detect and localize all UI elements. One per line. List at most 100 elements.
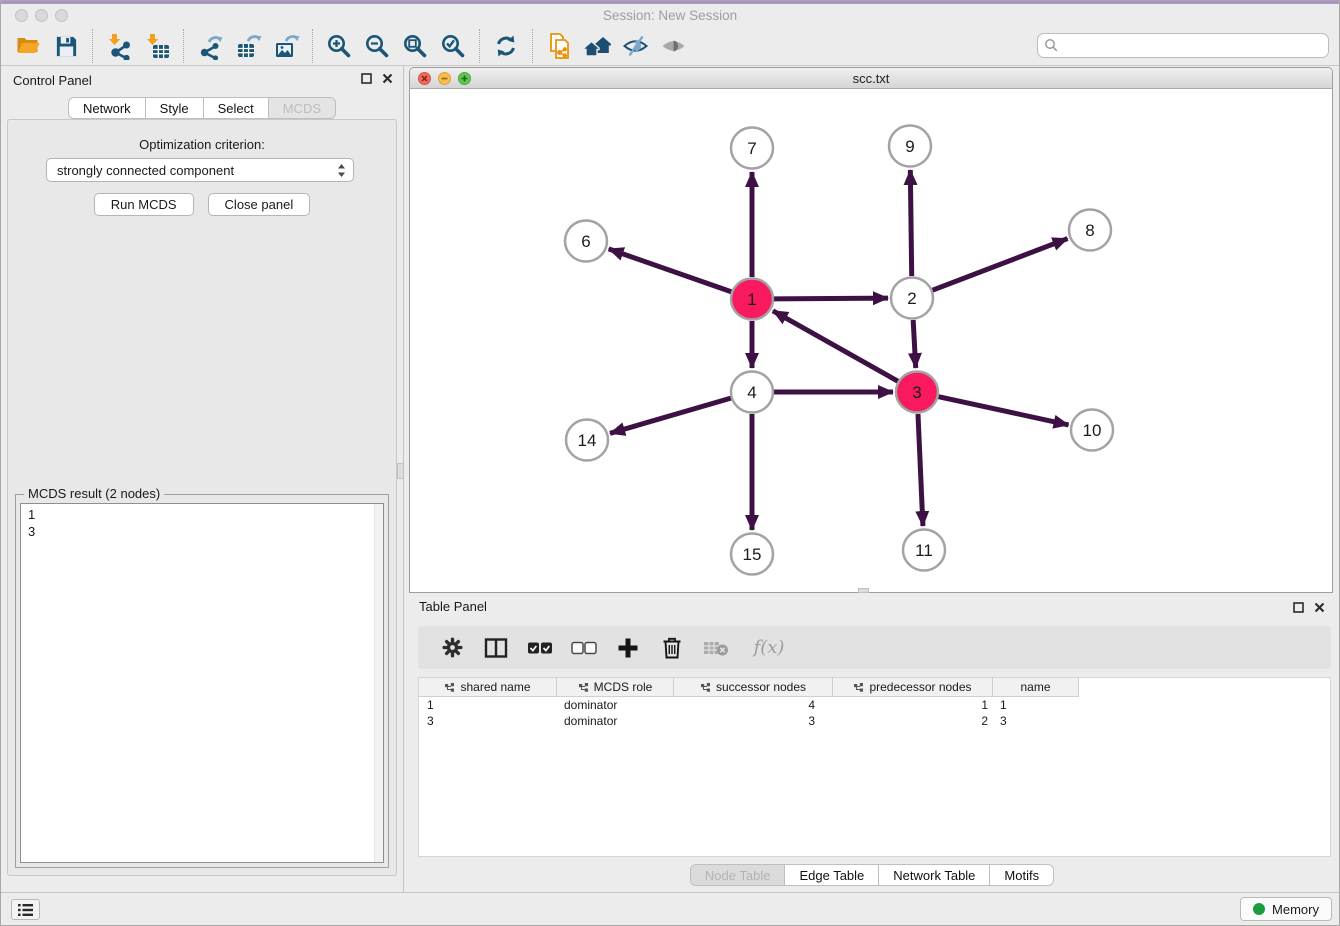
control-panel-header: Control Panel [1, 66, 403, 94]
search-input[interactable] [1059, 36, 1328, 56]
import-network-button[interactable] [100, 30, 138, 62]
memory-button[interactable]: Memory [1240, 897, 1332, 921]
graph-node-14[interactable]: 14 [566, 420, 608, 461]
close-panel-icon[interactable] [382, 73, 393, 84]
open-session-button[interactable] [9, 30, 47, 62]
zoom-out-button[interactable] [358, 30, 396, 62]
node-table-rows: 1dominator4113dominator323 [419, 697, 1330, 729]
network-maximize-button[interactable] [458, 72, 471, 85]
select-all-checks-button[interactable] [522, 631, 558, 665]
import-table-button[interactable] [138, 30, 176, 62]
table-tab-motifs[interactable]: Motifs [989, 864, 1054, 886]
graph-edge-3-11[interactable] [918, 414, 923, 526]
gear-icon [441, 636, 464, 659]
graph-node-8[interactable]: 8 [1069, 210, 1111, 251]
graph-node-10[interactable]: 10 [1071, 410, 1113, 451]
close-panel-button[interactable]: Close panel [208, 193, 311, 216]
graph-edge-3-1[interactable] [773, 311, 898, 381]
clone-network-button[interactable] [540, 30, 578, 62]
graph-node-9[interactable]: 9 [889, 126, 931, 167]
table-row[interactable]: 3dominator323 [419, 713, 1330, 729]
graph-edge-2-8[interactable] [933, 239, 1068, 291]
graph-node-15[interactable]: 15 [731, 534, 773, 575]
export-table-button[interactable] [229, 30, 267, 62]
main-toolbar [1, 27, 1339, 66]
control-panel-tabs: NetworkStyleSelectMCDS [68, 97, 336, 119]
result-scrollbar[interactable] [374, 504, 383, 862]
graph-edge-3-10[interactable] [938, 397, 1068, 425]
float-table-panel-icon[interactable] [1293, 602, 1304, 613]
result-line: 3 [28, 523, 383, 540]
tab-style[interactable]: Style [145, 97, 204, 119]
mcds-result-box: MCDS result (2 nodes) 13 [15, 494, 389, 868]
graph-edge-2-3[interactable] [913, 320, 916, 368]
table-tab-network-table[interactable]: Network Table [878, 864, 990, 886]
cell-predecessor-nodes: 1 [833, 697, 993, 713]
delete-table-button[interactable] [698, 631, 734, 665]
network-minimize-button[interactable] [438, 72, 451, 85]
vertical-splitter-handle[interactable] [397, 463, 404, 479]
show-all-button[interactable] [654, 30, 692, 62]
column-header-name[interactable]: name [993, 678, 1079, 697]
table-row[interactable]: 1dominator411 [419, 697, 1330, 713]
network-graph[interactable]: 7 9 6 8 1 2 4 3 14 10 15 11 [410, 90, 1332, 593]
graph-edge-2-9[interactable] [910, 170, 911, 276]
import-network-icon [106, 33, 133, 60]
node-label: 15 [743, 545, 762, 564]
column-settings-button[interactable] [434, 631, 470, 665]
zoom-in-button[interactable] [320, 30, 358, 62]
hide-selected-button[interactable] [616, 30, 654, 62]
clear-all-checks-button[interactable] [566, 631, 602, 665]
table-tab-node-table[interactable]: Node Table [690, 864, 786, 886]
graph-edge-1-2[interactable] [774, 298, 888, 299]
tab-network[interactable]: Network [68, 97, 146, 119]
tab-mcds[interactable]: MCDS [268, 97, 336, 119]
node-table-header: shared nameMCDS rolesuccessor nodesprede… [419, 678, 1330, 697]
control-panel-title: Control Panel [13, 73, 92, 88]
zoom-selected-button[interactable] [434, 30, 472, 62]
save-floppy-icon [54, 34, 79, 59]
column-header-successor-nodes[interactable]: successor nodes [674, 678, 833, 697]
split-view-button[interactable] [478, 631, 514, 665]
toolbar-search [1037, 33, 1329, 58]
graph-edge-4-14[interactable] [610, 398, 731, 433]
column-header-shared-name[interactable]: shared name [419, 678, 557, 697]
function-builder-button[interactable]: f(x) [742, 631, 796, 665]
optimization-criterion-select[interactable]: strongly connected component [46, 158, 354, 182]
graph-node-11[interactable]: 11 [903, 530, 945, 571]
close-table-panel-icon[interactable] [1314, 602, 1325, 613]
graph-edge-1-6[interactable] [609, 249, 732, 292]
tab-select[interactable]: Select [203, 97, 269, 119]
run-mcds-button[interactable]: Run MCDS [94, 193, 194, 216]
plus-icon [617, 637, 639, 659]
graph-node-2[interactable]: 2 [891, 278, 933, 319]
first-neighbors-button[interactable] [578, 30, 616, 62]
optimization-criterion-label: Optimization criterion: [8, 137, 396, 152]
export-image-button[interactable] [267, 30, 305, 62]
node-label: 3 [912, 383, 921, 402]
column-header-predecessor-nodes[interactable]: predecessor nodes [833, 678, 993, 697]
task-history-button[interactable] [11, 899, 40, 920]
node-label: 14 [578, 431, 597, 450]
column-header-mcds-role[interactable]: MCDS role [557, 678, 674, 697]
apply-layout-button[interactable] [487, 30, 525, 62]
control-panel: Control Panel NetworkStyleSelectMCDS Opt… [1, 66, 404, 892]
delete-row-button[interactable] [654, 631, 690, 665]
graph-node-7[interactable]: 7 [731, 128, 773, 169]
node-table: shared nameMCDS rolesuccessor nodesprede… [418, 677, 1331, 857]
graph-node-6[interactable]: 6 [565, 221, 607, 262]
export-table-icon [235, 33, 262, 60]
network-close-button[interactable] [418, 72, 431, 85]
network-window-titlebar[interactable]: scc.txt [410, 68, 1332, 89]
table-tab-edge-table[interactable]: Edge Table [784, 864, 879, 886]
graph-node-4[interactable]: 4 [731, 372, 773, 413]
graph-node-3[interactable]: 3 [896, 372, 938, 413]
graph-node-1[interactable]: 1 [731, 279, 773, 320]
save-session-button[interactable] [47, 30, 85, 62]
zoom-fit-button[interactable] [396, 30, 434, 62]
export-network-button[interactable] [191, 30, 229, 62]
float-panel-icon[interactable] [361, 73, 372, 84]
trash-icon [661, 636, 683, 659]
add-row-button[interactable] [610, 631, 646, 665]
mcds-result-area[interactable]: 13 [20, 503, 384, 863]
